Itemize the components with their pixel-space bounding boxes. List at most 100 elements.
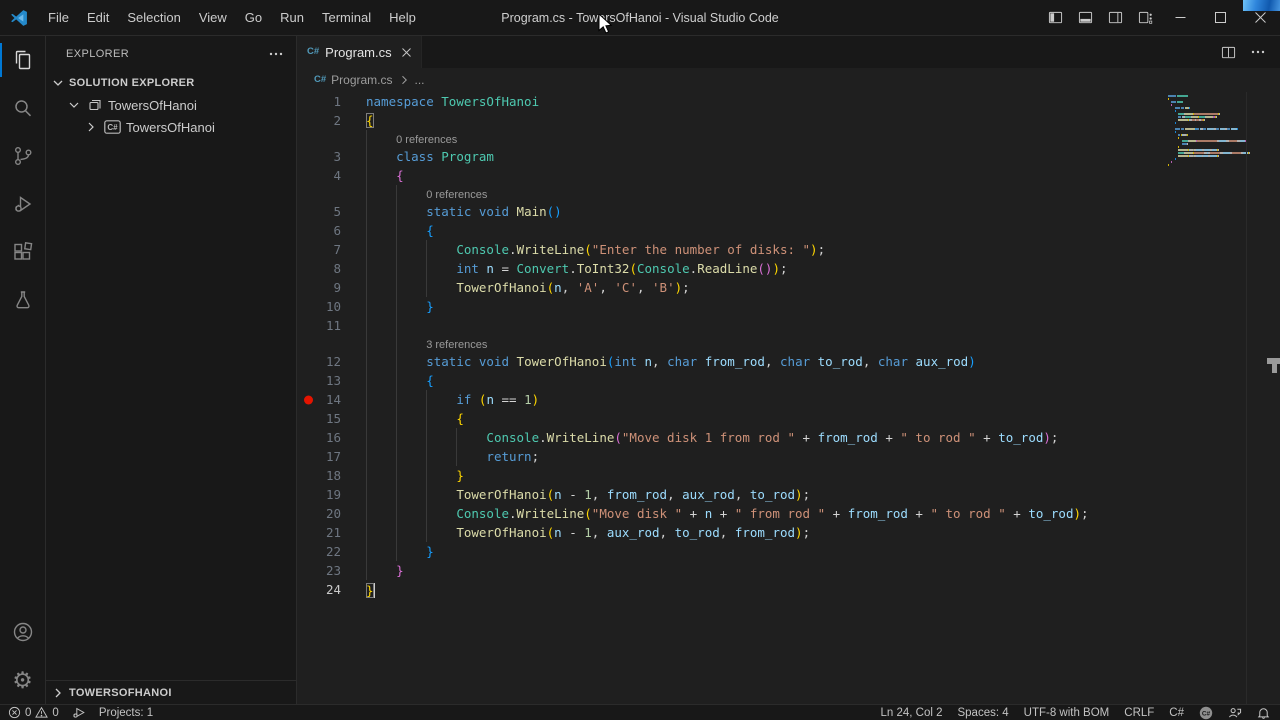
code-row: 9 TowerOfHanoi(n, 'A', 'C', 'B'); xyxy=(297,278,1280,297)
breadcrumb[interactable]: C# Program.cs ... xyxy=(297,68,1280,92)
encoding-status[interactable]: UTF-8 with BOM xyxy=(1024,707,1110,719)
indentation-status[interactable]: Spaces: 4 xyxy=(957,707,1008,719)
customize-layout-icon[interactable] xyxy=(1130,0,1160,35)
code-row: 18 } xyxy=(297,466,1280,485)
chevron-right-icon xyxy=(50,685,66,701)
csharp-devkit-badge-icon[interactable]: C# xyxy=(1199,706,1213,720)
code-row: 19 TowerOfHanoi(n - 1, from_rod, aux_rod… xyxy=(297,485,1280,504)
error-icon xyxy=(8,706,21,719)
csharp-file-icon: C# xyxy=(314,75,326,85)
code-row: 16 Console.WriteLine("Move disk 1 from r… xyxy=(297,428,1280,447)
feedback-icon[interactable] xyxy=(1228,706,1242,719)
chevron-right-icon xyxy=(83,119,99,135)
window-title: Program.cs - TowersOfHanoi - Visual Stud… xyxy=(501,11,778,25)
chevron-down-icon xyxy=(66,97,82,113)
codelens-references[interactable]: 0 references xyxy=(426,189,487,201)
edge-marker xyxy=(1272,364,1277,373)
code-row: 11 xyxy=(297,316,1280,335)
code-row: 13 { xyxy=(297,371,1280,390)
toggle-panel-icon[interactable] xyxy=(1070,0,1100,35)
projects-status[interactable]: Projects: 1 xyxy=(99,707,153,719)
explorer-header: EXPLORER xyxy=(66,48,129,60)
tab-bar: C# Program.cs xyxy=(297,36,1280,68)
extensions-icon[interactable] xyxy=(0,228,45,276)
menu-help[interactable]: Help xyxy=(380,5,425,30)
chevron-down-icon xyxy=(50,75,66,91)
code-row: 6 { xyxy=(297,221,1280,240)
code-row: 15 { xyxy=(297,409,1280,428)
settings-gear-icon[interactable]: ⚙ xyxy=(0,656,45,704)
eol-status[interactable]: CRLF xyxy=(1124,707,1154,719)
debug-status-icon[interactable] xyxy=(72,706,86,719)
code-row: 2{ xyxy=(297,111,1280,130)
vscode-logo-icon xyxy=(9,8,29,28)
svg-text:C#: C# xyxy=(1202,710,1211,717)
menu-bar: File Edit Selection View Go Run Terminal… xyxy=(39,5,425,30)
code-editor[interactable]: 1namespace TowersOfHanoi2{ 0 references3… xyxy=(297,92,1280,704)
status-bar: 0 0 Projects: 1 Ln 24, Col 2 Spaces: 4 U… xyxy=(0,704,1280,720)
toggle-secondary-sidebar-icon[interactable] xyxy=(1100,0,1130,35)
codelens-row: 0 references xyxy=(297,185,1280,202)
language-mode-status[interactable]: C# xyxy=(1169,707,1184,719)
codelens-row: 0 references xyxy=(297,130,1280,147)
code-row: 12 static void TowerOfHanoi(int n, char … xyxy=(297,352,1280,371)
search-icon[interactable] xyxy=(0,84,45,132)
tree-item-solution[interactable]: TowersOfHanoi xyxy=(46,94,296,116)
code-row: 14 if (n == 1) xyxy=(297,390,1280,409)
editor-group: C# Program.cs C# Program.cs ... 1namespa… xyxy=(297,36,1280,704)
text-cursor xyxy=(374,583,376,598)
codelens-row: 3 references xyxy=(297,335,1280,352)
tree-item-project[interactable]: C# TowersOfHanoi xyxy=(46,116,296,138)
code-row: 3 class Program xyxy=(297,147,1280,166)
title-bar: File Edit Selection View Go Run Terminal… xyxy=(0,0,1280,36)
codelens-references[interactable]: 3 references xyxy=(426,339,487,351)
code-row: 10 } xyxy=(297,297,1280,316)
warning-icon xyxy=(35,706,48,719)
menu-run[interactable]: Run xyxy=(271,5,313,30)
code-row: 1namespace TowersOfHanoi xyxy=(297,92,1280,111)
codelens-references[interactable]: 0 references xyxy=(396,134,457,146)
run-debug-icon[interactable] xyxy=(0,180,45,228)
cursor-position-status[interactable]: Ln 24, Col 2 xyxy=(880,707,942,719)
minimize-button[interactable] xyxy=(1160,0,1200,35)
tab-close-icon[interactable] xyxy=(402,48,411,57)
csharp-project-icon: C# xyxy=(104,120,121,134)
activity-bar: ⚙ xyxy=(0,36,46,704)
editor-more-actions-icon[interactable] xyxy=(1250,44,1266,60)
code-row: 4 { xyxy=(297,166,1280,185)
minimap[interactable] xyxy=(1168,95,1246,167)
menu-terminal[interactable]: Terminal xyxy=(313,5,380,30)
toggle-primary-sidebar-icon[interactable] xyxy=(1040,0,1070,35)
code-row: 17 return; xyxy=(297,447,1280,466)
code-row: 21 TowerOfHanoi(n - 1, aux_rod, to_rod, … xyxy=(297,523,1280,542)
chevron-right-icon xyxy=(398,74,410,86)
explorer-icon[interactable] xyxy=(0,36,45,84)
notifications-bell-icon[interactable] xyxy=(1257,706,1270,719)
solution-explorer-section[interactable]: SOLUTION EXPLORER xyxy=(46,71,296,94)
menu-view[interactable]: View xyxy=(190,5,236,30)
solution-icon xyxy=(87,97,103,113)
split-editor-icon[interactable] xyxy=(1221,45,1236,60)
menu-selection[interactable]: Selection xyxy=(118,5,189,30)
explorer-more-actions-icon[interactable] xyxy=(268,46,284,62)
testing-icon[interactable] xyxy=(0,276,45,324)
account-icon[interactable] xyxy=(0,608,45,656)
menu-go[interactable]: Go xyxy=(236,5,271,30)
csharp-file-icon: C# xyxy=(307,47,319,57)
folder-section-towersofhanoi[interactable]: TOWERSOFHANOI xyxy=(46,681,296,704)
code-row: 23 } xyxy=(297,561,1280,580)
tab-program-cs[interactable]: C# Program.cs xyxy=(297,36,422,68)
explorer-sidebar: EXPLORER SOLUTION EXPLORER TowersOfHanoi… xyxy=(46,36,297,704)
code-row: 5 static void Main() xyxy=(297,202,1280,221)
breakpoint-dot[interactable] xyxy=(304,395,313,404)
code-row: 24} xyxy=(297,580,1280,599)
problems-status[interactable]: 0 0 xyxy=(8,706,59,719)
scrollbar-separator xyxy=(1246,92,1247,704)
source-control-icon[interactable] xyxy=(0,132,45,180)
menu-file[interactable]: File xyxy=(39,5,78,30)
menu-edit[interactable]: Edit xyxy=(78,5,118,30)
code-row: 8 int n = Convert.ToInt32(Console.ReadLi… xyxy=(297,259,1280,278)
mouse-cursor xyxy=(598,14,616,36)
maximize-button[interactable] xyxy=(1200,0,1240,35)
code-row: 7 Console.WriteLine("Enter the number of… xyxy=(297,240,1280,259)
